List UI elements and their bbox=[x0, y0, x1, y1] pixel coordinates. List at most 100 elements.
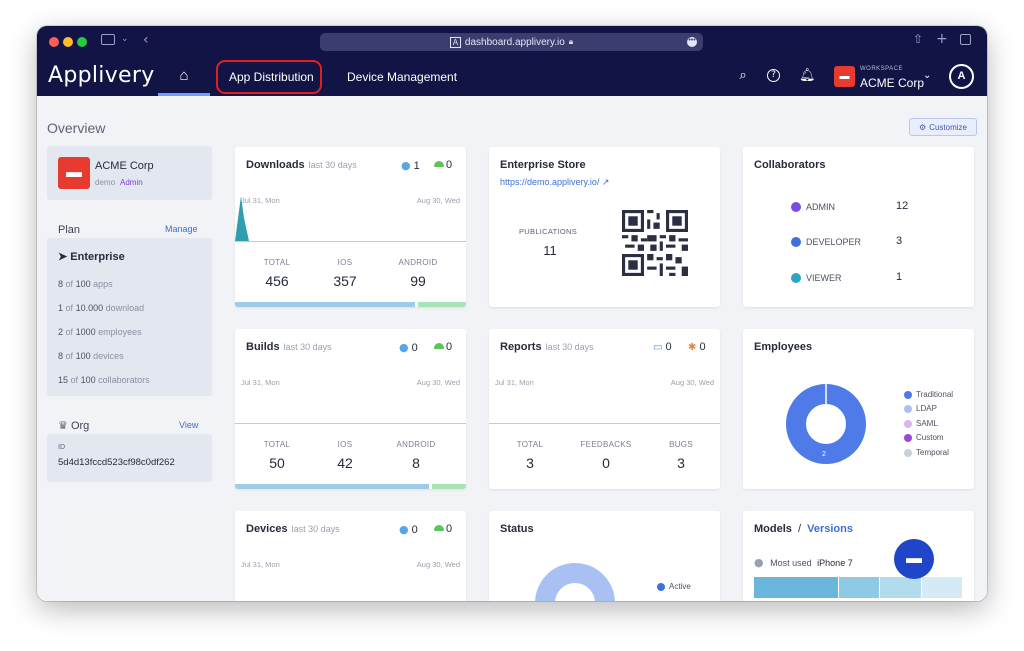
ios-count: ● 0 bbox=[399, 523, 418, 536]
chat-button[interactable]: ▬ bbox=[894, 539, 934, 579]
org-view-link[interactable]: View bbox=[179, 420, 198, 430]
feedback-count: ▭ 0 bbox=[653, 341, 672, 353]
org-id-label: ID bbox=[58, 444, 65, 451]
chart-baseline bbox=[235, 423, 466, 424]
count: 1 bbox=[413, 160, 420, 172]
share-icon[interactable]: ⇧ bbox=[913, 32, 923, 46]
ios-label: IOS bbox=[337, 440, 353, 449]
store-link[interactable]: https://demo.applivery.io/ ↗ bbox=[500, 177, 609, 188]
card-title: Devices last 30 days bbox=[246, 523, 340, 535]
minimize-window-button[interactable] bbox=[63, 37, 73, 47]
models-bar bbox=[754, 577, 962, 598]
tabs-icon[interactable] bbox=[960, 34, 971, 45]
models-bar-segment[interactable] bbox=[922, 577, 962, 598]
company-logo: ▬ bbox=[58, 157, 90, 189]
qr-code[interactable] bbox=[622, 210, 688, 276]
sidebar-icon[interactable] bbox=[101, 34, 115, 45]
plan-manage-link[interactable]: Manage bbox=[165, 224, 198, 234]
legend-ldap[interactable]: LDAP bbox=[916, 404, 937, 413]
maximize-window-button[interactable] bbox=[77, 37, 87, 47]
title-text: Reports bbox=[500, 341, 542, 353]
unit: devices bbox=[93, 351, 124, 361]
org-id-value: 5d4d13fccd523cf98c0df262 bbox=[58, 457, 175, 468]
user-avatar[interactable]: A bbox=[949, 64, 974, 89]
android-icon bbox=[434, 161, 444, 167]
chevron-down-icon[interactable]: ⌄ bbox=[923, 70, 931, 81]
status-card[interactable]: Status Active bbox=[489, 511, 720, 601]
legend-temporal[interactable]: Temporal bbox=[916, 448, 949, 457]
card-title: Collaborators bbox=[754, 159, 826, 171]
nav-device-management[interactable]: Device Management bbox=[347, 70, 457, 84]
versions-link[interactable]: Versions bbox=[807, 523, 853, 535]
workspace-name[interactable]: ACME Corp bbox=[860, 76, 924, 90]
limit: 100 bbox=[75, 279, 91, 289]
customize-label: Customize bbox=[929, 122, 967, 132]
models-bar-segment[interactable] bbox=[838, 577, 880, 598]
customize-button[interactable]: ⚙ Customize bbox=[909, 118, 977, 136]
legend-traditional[interactable]: Traditional bbox=[916, 390, 953, 399]
more-icon[interactable]: ••• bbox=[687, 37, 697, 47]
legend-active[interactable]: Active bbox=[669, 582, 691, 591]
apple-icon: ● bbox=[754, 556, 764, 569]
chart-baseline bbox=[489, 423, 720, 424]
android-share-bar bbox=[418, 302, 466, 307]
ios-value: 357 bbox=[333, 273, 357, 289]
help-icon[interactable]: ? bbox=[767, 69, 780, 82]
total-label: TOTAL bbox=[263, 440, 291, 449]
card-title: Downloads last 30 days bbox=[246, 159, 357, 171]
count: 0 bbox=[411, 524, 418, 536]
search-icon[interactable]: ⌕ bbox=[735, 68, 751, 84]
downloads-sparkline bbox=[235, 196, 249, 241]
plan-name: ➤ Enterprise bbox=[58, 250, 125, 263]
title-text: Models bbox=[754, 523, 792, 535]
reports-card[interactable]: Reports last 30 days ▭ 0 ✱ 0 Jul 31, Mon … bbox=[489, 329, 720, 489]
bell-icon[interactable]: 🔔︎ bbox=[799, 68, 816, 84]
total-label: TOTAL bbox=[263, 258, 291, 267]
builds-card[interactable]: Builds last 30 days ● 0 0 Jul 31, Mon Aug… bbox=[235, 329, 466, 489]
admin-badge: Admin bbox=[120, 178, 143, 187]
company-card[interactable]: ▬ ACME Corp demo Admin bbox=[47, 146, 212, 200]
collaborators-card[interactable]: Collaborators ADMIN 12 DEVELOPER 3 VIEWE… bbox=[743, 147, 974, 307]
legend-saml[interactable]: SAML bbox=[916, 419, 938, 428]
back-icon[interactable]: ‹ bbox=[143, 32, 149, 48]
app-logo[interactable]: Applivery bbox=[48, 63, 155, 88]
download-spike bbox=[235, 196, 249, 241]
models-bar-segment[interactable] bbox=[880, 577, 922, 598]
models-bar-segment[interactable] bbox=[754, 577, 838, 598]
total-label: TOTAL bbox=[516, 440, 544, 449]
ios-share-bar bbox=[235, 302, 415, 307]
enterprise-store-card[interactable]: Enterprise Store https://demo.applivery.… bbox=[489, 147, 720, 307]
android-count: 0 bbox=[434, 159, 452, 171]
plan-row-collaborators: 15 of 100 collaborators bbox=[58, 375, 150, 385]
status-donut[interactable] bbox=[533, 561, 617, 601]
publications-value: 11 bbox=[543, 243, 557, 258]
plan-row-apps: 8 of 100 apps bbox=[58, 279, 113, 289]
home-tab[interactable]: ⌂ bbox=[158, 58, 210, 96]
apple-icon: ● bbox=[399, 523, 409, 536]
employees-card[interactable]: Employees 2 Traditional LDAP SAML Custom… bbox=[743, 329, 974, 489]
chevron-down-icon[interactable]: ⌄ bbox=[121, 34, 129, 44]
date-end: Aug 30, Wed bbox=[670, 378, 714, 387]
used: 1 bbox=[58, 303, 64, 313]
close-window-button[interactable] bbox=[49, 37, 59, 47]
ios-count: ● 0 bbox=[399, 341, 418, 354]
legend-dot-custom bbox=[904, 434, 912, 442]
role-admin-count: 12 bbox=[896, 200, 909, 212]
lock-icon: 🔒︎ bbox=[568, 37, 574, 46]
devices-card[interactable]: Devices last 30 days ● 0 0 Jul 31, Mon Au… bbox=[235, 511, 466, 601]
downloads-card[interactable]: Downloads last 30 days ● 1 0 Jul 31, Mon … bbox=[235, 147, 466, 307]
models-card[interactable]: Models / Versions ● Most used iPhone 7 bbox=[743, 511, 974, 601]
address-bar[interactable]: A dashboard.applivery.io 🔒︎ ••• bbox=[320, 33, 703, 51]
gear-icon: ⚙ bbox=[919, 122, 927, 132]
workspace-logo[interactable]: ▬ bbox=[834, 66, 855, 87]
employees-donut[interactable] bbox=[785, 383, 867, 465]
total-value: 3 bbox=[526, 455, 534, 471]
unit: download bbox=[105, 303, 145, 313]
nav-app-distribution[interactable]: App Distribution bbox=[229, 70, 314, 84]
ios-label: IOS bbox=[337, 258, 353, 267]
new-tab-icon[interactable]: + bbox=[936, 31, 948, 47]
plan-row-employees: 2 of 1000 employees bbox=[58, 327, 142, 337]
count: 0 bbox=[699, 341, 706, 353]
legend-custom[interactable]: Custom bbox=[916, 433, 944, 442]
total-value: 456 bbox=[265, 273, 289, 289]
